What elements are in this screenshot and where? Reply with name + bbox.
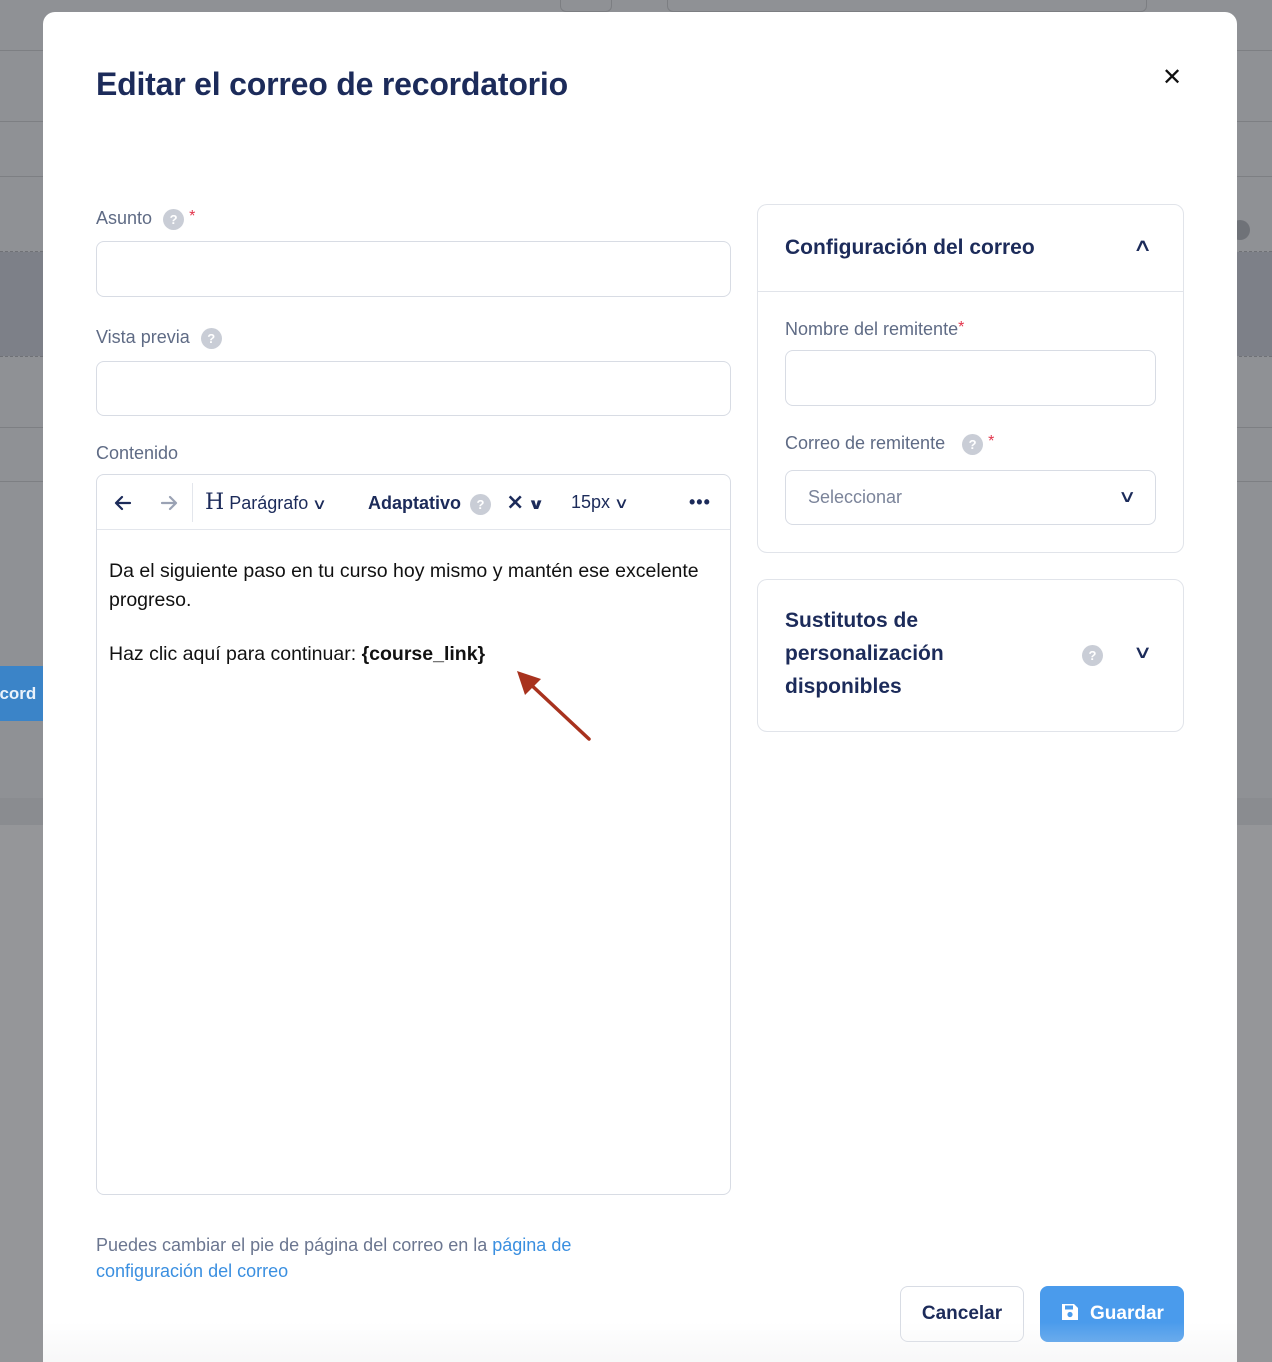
background-button: ecord xyxy=(0,666,48,721)
block-type-label: Parágrafo xyxy=(229,493,309,513)
required-marker: * xyxy=(988,433,995,450)
substitutes-panel[interactable]: Sustitutos de personalización disponible… xyxy=(757,579,1184,732)
annotation-arrow-icon xyxy=(517,671,591,741)
arrow-right-icon xyxy=(160,496,178,511)
chevron-down-icon: ∨ xyxy=(1117,487,1137,507)
sender-name-label-row: Nombre del remitente* xyxy=(785,319,964,340)
sender-name-label: Nombre del remitente xyxy=(785,319,959,339)
sender-name-input[interactable] xyxy=(785,350,1156,406)
course-link-placeholder: {course_link} xyxy=(361,643,486,665)
font-size-label: 15px xyxy=(571,492,611,512)
redo-button[interactable] xyxy=(159,475,179,530)
chevron-down-icon: ∨ xyxy=(613,494,630,512)
editor-paragraph: Da el siguiente paso en tu curso hoy mis… xyxy=(109,560,699,611)
more-options-icon[interactable]: ••• xyxy=(689,475,711,530)
chevron-down-icon: ∨ xyxy=(528,495,546,513)
arrow-left-icon xyxy=(114,496,132,511)
editor-text: Haz clic aquí para continuar: xyxy=(109,643,362,665)
preview-input[interactable] xyxy=(96,361,731,416)
background-tab xyxy=(560,0,612,12)
subject-label-row: Asunto ? * xyxy=(96,208,195,230)
preview-label: Vista previa xyxy=(96,327,190,347)
editor-toolbar: H Parágrafo ∨ Adaptativo ? × ∨ 15px ∨ ••• xyxy=(97,475,730,530)
font-size-dropdown[interactable]: 15px ∨ xyxy=(571,475,630,530)
save-icon xyxy=(1062,1303,1079,1320)
chevron-up-icon[interactable]: ∧ xyxy=(1133,235,1153,256)
subject-label: Asunto xyxy=(96,208,153,228)
content-label: Contenido xyxy=(96,443,179,463)
sender-email-select[interactable]: Seleccionar ∨ xyxy=(785,470,1156,525)
footer-note-text: Puedes cambiar el pie de página del corr… xyxy=(96,1235,493,1255)
preview-label-row: Vista previa ? xyxy=(96,327,222,349)
editor-content[interactable]: Da el siguiente paso en tu curso hoy mis… xyxy=(109,557,709,694)
help-icon[interactable]: ? xyxy=(163,208,185,230)
block-type-dropdown[interactable]: H Parágrafo ∨ xyxy=(205,475,328,530)
required-marker: * xyxy=(958,319,965,336)
email-config-title: Configuración del correo xyxy=(785,236,1035,259)
sender-email-label: Correo de remitente xyxy=(785,433,946,453)
edit-reminder-email-modal: Editar el correo de recordatorio ✕ Asunt… xyxy=(43,12,1237,1362)
cancel-button[interactable]: Cancelar xyxy=(900,1286,1024,1342)
sender-email-selected: Seleccionar xyxy=(808,487,903,507)
background-tab xyxy=(667,0,1147,12)
clear-font-icon[interactable]: × xyxy=(506,490,524,515)
close-icon[interactable]: ✕ xyxy=(1159,64,1185,90)
font-label: Adaptativo xyxy=(368,493,462,513)
toolbar-separator xyxy=(192,483,193,522)
chevron-down-icon[interactable]: ∨ xyxy=(1133,642,1153,663)
footer-note: Puedes cambiar el pie de página del corr… xyxy=(96,1232,656,1284)
modal-title: Editar el correo de recordatorio xyxy=(96,66,568,102)
email-config-panel: Configuración del correo ∧ Nombre del re… xyxy=(757,204,1184,553)
editor-paragraph: Haz clic aquí para continuar: {course_li… xyxy=(109,640,709,669)
help-icon[interactable]: ? xyxy=(200,327,222,349)
save-button[interactable]: Guardar xyxy=(1040,1286,1184,1342)
rich-text-editor: H Parágrafo ∨ Adaptativo ? × ∨ 15px ∨ ••• D… xyxy=(96,474,731,1195)
help-icon[interactable]: ? xyxy=(962,433,984,455)
undo-button[interactable] xyxy=(113,475,133,530)
help-icon[interactable]: ? xyxy=(470,493,492,515)
required-marker: * xyxy=(189,208,196,225)
heading-icon: H xyxy=(205,490,225,515)
sender-email-label-row: Correo de remitente ? * xyxy=(785,433,994,455)
save-label: Guardar xyxy=(1090,1303,1164,1324)
chevron-down-icon: ∨ xyxy=(312,495,328,513)
panel-divider xyxy=(758,291,1183,292)
substitutes-title: Sustitutos de personalización disponible… xyxy=(785,609,944,698)
font-dropdown[interactable]: Adaptativo ? × ∨ xyxy=(368,475,546,530)
help-icon[interactable]: ? xyxy=(1082,645,1103,666)
subject-input[interactable] xyxy=(96,241,731,297)
